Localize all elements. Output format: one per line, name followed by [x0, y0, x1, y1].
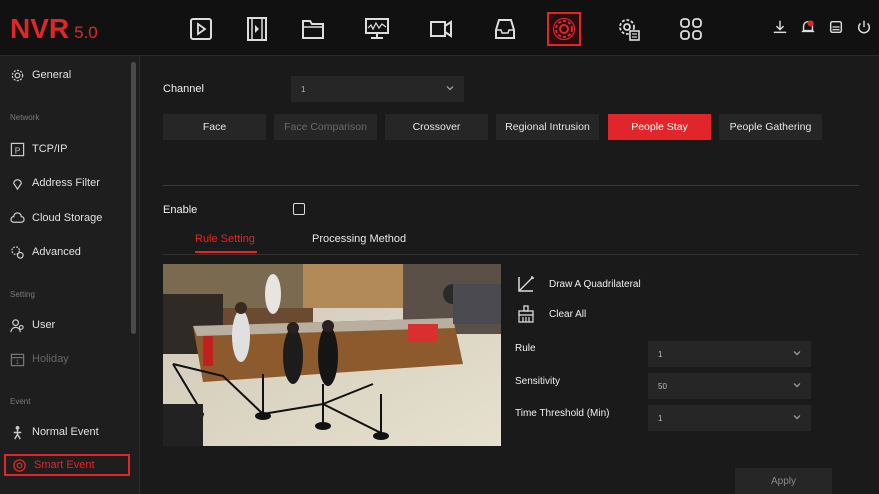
camera-preview[interactable]	[163, 264, 501, 446]
sidebar-item-label: TCP/IP	[32, 143, 68, 155]
channel-label: Channel	[163, 83, 204, 95]
channel-value: 1	[301, 84, 306, 94]
clear-all-button[interactable]: Clear All	[517, 305, 586, 323]
location-pin-icon	[13, 178, 22, 190]
sidebar-item-cloud-storage[interactable]: Cloud Storage	[10, 207, 102, 229]
subtab-active-indicator	[195, 251, 257, 253]
sidebar-item-advanced[interactable]: Advanced	[10, 241, 81, 263]
sidebar: General Network P TCP/IP Address Filter …	[0, 56, 140, 494]
playback-icon[interactable]	[184, 12, 218, 46]
ip-icon: P	[10, 142, 25, 156]
sidebar-item-label: Smart Event	[34, 459, 95, 471]
section-header-setting: Setting	[10, 290, 35, 299]
sidebar-item-tcpip[interactable]: P TCP/IP	[10, 138, 67, 160]
chevron-down-icon	[793, 415, 801, 420]
sidebar-item-smart-event[interactable]: Smart Event	[4, 454, 130, 476]
camera-scene-image	[163, 264, 501, 446]
sensitivity-select[interactable]: 50	[648, 373, 811, 399]
time-threshold-label: Time Threshold (Min)	[515, 408, 610, 419]
chevron-down-icon	[793, 351, 801, 356]
sidebar-item-label: Address Filter	[32, 177, 100, 189]
camera-icon[interactable]	[424, 12, 458, 46]
alarm-bell-icon[interactable]	[799, 18, 817, 36]
sidebar-item-label: Holiday	[32, 353, 69, 365]
system-config-icon[interactable]	[612, 12, 646, 46]
tab-people-stay[interactable]: People Stay	[608, 114, 711, 140]
tab-crossover[interactable]: Crossover	[385, 114, 488, 140]
user-icon	[10, 318, 24, 332]
channel-select[interactable]: 1	[291, 76, 464, 102]
enable-label: Enable	[163, 204, 198, 216]
tab-face[interactable]: Face	[163, 114, 266, 140]
download-icon[interactable]	[771, 18, 789, 36]
tab-regional-intrusion[interactable]: Regional Intrusion	[496, 114, 599, 140]
video-clip-icon[interactable]	[240, 12, 274, 46]
power-icon[interactable]	[855, 18, 873, 36]
sidebar-item-label: Cloud Storage	[32, 212, 103, 224]
settings-icon[interactable]	[547, 12, 581, 46]
divider	[163, 185, 859, 186]
top-navigation-bar: NVR 5.0	[0, 0, 879, 56]
brush-clear-icon	[518, 305, 534, 323]
subtab-rule-setting[interactable]: Rule Setting	[195, 233, 255, 245]
sidebar-scrollbar[interactable]	[131, 62, 136, 334]
chevron-down-icon	[446, 86, 454, 91]
sidebar-item-label: General	[32, 69, 72, 81]
cloud-icon	[10, 211, 25, 223]
svg-text:1: 1	[16, 359, 20, 366]
sidebar-item-address-filter[interactable]: Address Filter	[10, 172, 100, 194]
section-header-network: Network	[10, 113, 40, 122]
sensitivity-label: Sensitivity	[515, 376, 561, 387]
sidebar-item-label: Advanced	[32, 246, 81, 258]
rule-label: Rule	[515, 343, 536, 354]
sidebar-item-general[interactable]: General	[10, 64, 71, 86]
sidebar-item-holiday: 1 Holiday	[10, 348, 69, 370]
draw-quadrilateral-button[interactable]: Draw A Quadrilateral	[517, 275, 641, 293]
monitor-icon[interactable]	[360, 12, 394, 46]
chevron-down-icon	[793, 383, 801, 388]
smart-event-icon	[13, 458, 26, 472]
svg-text:P: P	[15, 145, 21, 155]
enable-checkbox[interactable]	[293, 203, 305, 215]
subtab-processing-method[interactable]: Processing Method	[312, 233, 406, 245]
tab-face-comparison: Face Comparison	[274, 114, 377, 140]
grid-icon[interactable]	[674, 12, 708, 46]
folder-icon[interactable]	[296, 12, 330, 46]
subtab-divider	[163, 254, 859, 255]
draw-shape-icon	[518, 276, 534, 292]
sidebar-item-label: User	[32, 319, 56, 331]
person-walking-icon	[13, 425, 22, 439]
calendar-icon: 1	[10, 353, 25, 366]
nvr-logo: NVR 5.0	[10, 13, 98, 44]
section-header-event: Event	[10, 397, 31, 406]
rule-select[interactable]: 1	[648, 341, 811, 367]
gear-icon	[11, 69, 24, 81]
sidebar-item-label: Normal Event	[32, 426, 99, 438]
apply-button[interactable]: Apply	[735, 468, 832, 494]
sidebar-item-user[interactable]: User	[10, 314, 55, 336]
tab-people-gathering[interactable]: People Gathering	[719, 114, 822, 140]
sidebar-item-normal-event[interactable]: Normal Event	[10, 421, 99, 443]
advanced-settings-icon	[11, 245, 24, 259]
device-icon[interactable]	[827, 18, 845, 36]
time-threshold-select[interactable]: 1	[648, 405, 811, 431]
storage-icon[interactable]	[488, 12, 522, 46]
main-panel: Channel 1 Face Face Comparison Crossover…	[141, 56, 879, 494]
